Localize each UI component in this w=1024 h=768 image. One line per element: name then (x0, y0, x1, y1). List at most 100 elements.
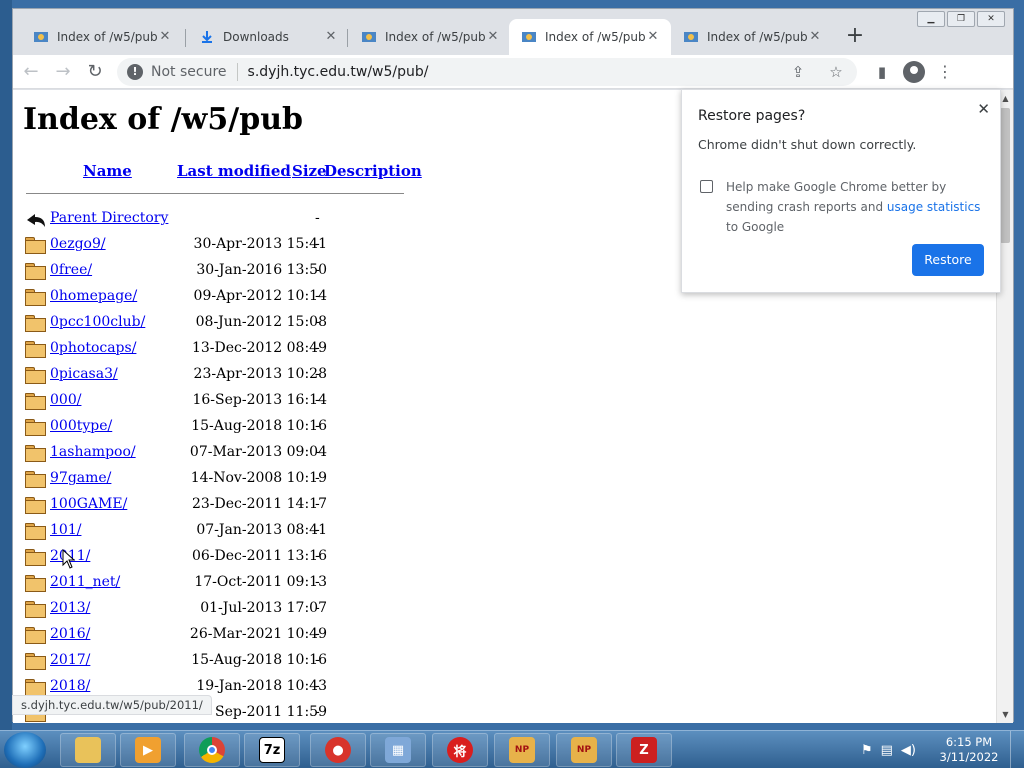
directory-link[interactable]: 000type/ (50, 418, 112, 434)
tab-title: Index of /w5/pub (545, 30, 645, 44)
directory-row: 2011_net/17-Oct-2011 09:13- (25, 572, 415, 598)
taskbar-ningpo-2[interactable]: NP (556, 733, 612, 767)
folder-icon (25, 497, 46, 514)
show-desktop-button[interactable] (1010, 731, 1024, 768)
tab-5[interactable]: Index of /w5/pub/ ✕ (671, 19, 833, 55)
taskbar-media-player[interactable]: ▶ (120, 733, 176, 767)
directory-link[interactable]: 0homepage/ (50, 288, 137, 304)
restore-button[interactable]: Restore (912, 244, 984, 276)
directory-link[interactable]: 1ashampoo/ (50, 444, 136, 460)
directory-row: 100GAME/23-Dec-2011 14:17- (25, 494, 415, 520)
directory-row: 000type/15-Aug-2018 10:16- (25, 416, 415, 442)
tab-divider (347, 29, 348, 47)
directory-link[interactable]: 0pcc100club/ (50, 314, 145, 330)
bookmark-star-icon[interactable]: ☆ (825, 61, 847, 83)
file-size: - (315, 366, 320, 382)
directory-link[interactable]: 2011_net/ (50, 574, 120, 590)
profile-avatar[interactable] (903, 60, 925, 83)
tab-3[interactable]: Index of /w5/pub ✕ (349, 19, 511, 55)
taskbar-chrome[interactable] (184, 733, 240, 767)
close-window-button[interactable]: ✕ (977, 11, 1005, 27)
tab-4-active[interactable]: Index of /w5/pub ✕ (509, 19, 671, 55)
column-modified-link[interactable]: Last modified (177, 162, 291, 180)
last-modified: 30-Jan-2016 13:50 (196, 262, 327, 278)
clock[interactable]: 6:15 PM 3/11/2022 (934, 735, 1004, 765)
ningpo-icon: NP (571, 737, 597, 763)
new-tab-button[interactable]: + (843, 25, 867, 49)
file-size: - (315, 418, 320, 434)
share-icon[interactable]: ⇪ (787, 61, 809, 83)
warning-icon[interactable]: ! (127, 63, 143, 80)
taskbar-7zip[interactable]: 7z (244, 733, 300, 767)
side-panel-icon[interactable]: ▮ (871, 61, 893, 83)
parent-directory-link[interactable]: Parent Directory (50, 210, 168, 226)
scroll-thumb[interactable] (1000, 108, 1010, 243)
tab-close-icon[interactable]: ✕ (323, 29, 339, 45)
column-size-link[interactable]: Size (292, 162, 327, 180)
directory-row: 0ezgo9/30-Apr-2013 15:41- (25, 234, 415, 260)
taskbar-explorer[interactable] (60, 733, 116, 767)
menu-kebab-icon[interactable]: ⋮ (935, 62, 955, 81)
directory-row: 101/07-Jan-2013 08:41- (25, 520, 415, 546)
last-modified: 19-Jan-2018 10:43 (196, 678, 327, 694)
dialog-close-icon[interactable]: ✕ (977, 100, 990, 118)
directory-link[interactable]: 100GAME/ (50, 496, 127, 512)
minimize-button[interactable]: ▁ (917, 11, 945, 27)
directory-row: 0free/30-Jan-2016 13:50- (25, 260, 415, 286)
folder-icon (25, 263, 46, 280)
directory-row: 0homepage/09-Apr-2012 10:14- (25, 286, 415, 312)
directory-row: 2016/26-Mar-2021 10:49- (25, 624, 415, 650)
tab-1[interactable]: Index of /w5/pub/ ✕ (21, 19, 183, 55)
directory-link[interactable]: 101/ (50, 522, 81, 538)
tab-close-icon[interactable]: ✕ (157, 29, 173, 45)
directory-link[interactable]: 97game/ (50, 470, 111, 486)
tab-2[interactable]: Downloads ✕ (187, 19, 349, 55)
directory-link[interactable]: 0free/ (50, 262, 92, 278)
last-modified: 09-Apr-2012 10:14 (193, 288, 327, 304)
directory-link[interactable]: 000/ (50, 392, 81, 408)
maximize-button[interactable]: ❐ (947, 11, 975, 27)
directory-link[interactable]: 0ezgo9/ (50, 236, 106, 252)
taskbar-angry-birds[interactable]: ● (310, 733, 366, 767)
action-center-icon[interactable]: ⚑ (861, 743, 873, 758)
taskbar-chess-game[interactable]: 将 (432, 733, 488, 767)
tab-close-icon[interactable]: ✕ (807, 29, 823, 45)
z-app-icon: Z (631, 737, 657, 763)
start-button[interactable] (4, 732, 46, 768)
back-button[interactable]: ← (17, 58, 45, 86)
directory-link[interactable]: 0photocaps/ (50, 340, 136, 356)
column-description-link[interactable]: Description (324, 162, 422, 180)
scroll-down-arrow-icon[interactable]: ▼ (1001, 710, 1010, 719)
volume-icon[interactable]: ◀) (901, 743, 916, 758)
clock-date: 3/11/2022 (939, 750, 999, 764)
file-size: - (315, 496, 320, 512)
tab-close-icon[interactable]: ✕ (645, 29, 661, 45)
usage-statistics-link[interactable]: usage statistics (887, 200, 981, 214)
directory-row: 97game/14-Nov-2008 10:19- (25, 468, 415, 494)
clock-time: 6:15 PM (945, 735, 993, 749)
network-icon[interactable]: ▤ (881, 743, 893, 758)
tab-close-icon[interactable]: ✕ (485, 29, 501, 45)
directory-link[interactable]: 2018/ (50, 678, 90, 694)
url-text[interactable]: s.dyjh.tyc.edu.tw/w5/pub/ (248, 64, 429, 80)
download-icon (199, 29, 215, 45)
address-bar[interactable]: ! Not secure s.dyjh.tyc.edu.tw/w5/pub/ ⇪… (117, 57, 857, 86)
taskbar-app-z[interactable]: Z (616, 733, 672, 767)
directory-link[interactable]: 0picasa3/ (50, 366, 118, 382)
crash-report-checkbox[interactable] (700, 180, 713, 193)
reload-button[interactable]: ↻ (81, 58, 109, 86)
taskbar-ningpo-1[interactable]: NP (494, 733, 550, 767)
chrome-icon (199, 737, 225, 763)
folder-icon (25, 367, 46, 384)
directory-link[interactable]: 2016/ (50, 626, 90, 642)
forward-button[interactable]: → (49, 58, 77, 86)
browser-toolbar: ← → ↻ ! Not secure s.dyjh.tyc.edu.tw/w5/… (13, 55, 1013, 89)
directory-link[interactable]: 2013/ (50, 600, 90, 616)
column-name-link[interactable]: Name (83, 162, 132, 180)
directory-link[interactable]: 2017/ (50, 652, 90, 668)
folder-icon (25, 471, 46, 488)
directory-row: 2017/15-Aug-2018 10:16- (25, 650, 415, 676)
media-player-icon: ▶ (135, 737, 161, 763)
scroll-up-arrow-icon[interactable]: ▲ (1001, 94, 1010, 103)
taskbar-control-panel[interactable]: ▦ (370, 733, 426, 767)
